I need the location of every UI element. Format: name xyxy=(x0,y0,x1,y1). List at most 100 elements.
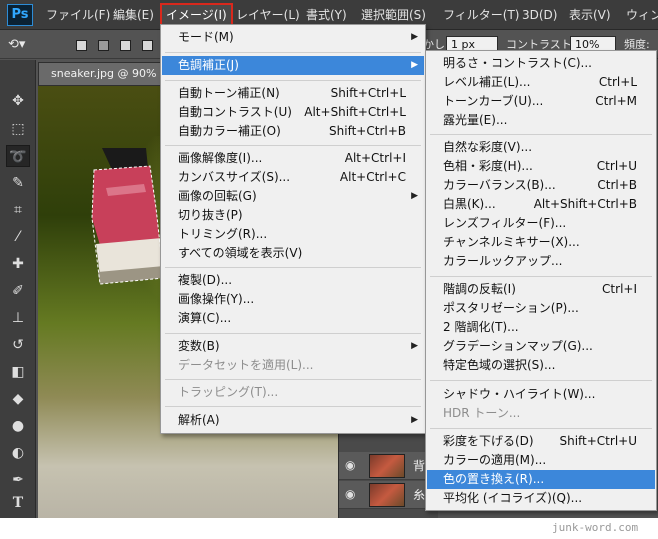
image-menu-item-auto-contrast[interactable]: 自動コントラスト(U) Alt+Shift+Ctrl+L xyxy=(162,103,424,122)
image-menu-item-duplicate[interactable]: 複製(D)... xyxy=(162,271,424,290)
photoshop-window: Ps ファイル(F) 編集(E) イメージ(I) レイヤー(L) 書式(Y) 選… xyxy=(0,0,658,518)
lasso-preset-icon[interactable]: ⟲▾ xyxy=(8,36,25,54)
submenu-arrow-icon: ▶ xyxy=(411,191,418,201)
image-menu-item-trap: トラッピング(T)... xyxy=(178,385,279,399)
eyedropper-tool-icon[interactable]: ⁄ xyxy=(6,226,30,248)
healing-tool-icon[interactable]: ✚ xyxy=(6,253,30,275)
adjust-item-exposure[interactable]: 露光量(E)... xyxy=(427,111,655,130)
marquee-tool-icon[interactable]: ⬚ xyxy=(6,118,30,140)
stamp-tool-icon[interactable]: ⊥ xyxy=(6,307,30,329)
image-menu-item-calculations[interactable]: 演算(C)... xyxy=(162,309,424,328)
eye-icon[interactable]: ◉ xyxy=(345,487,355,501)
submenu-arrow-icon: ▶ xyxy=(411,415,418,425)
adjust-item-equalize[interactable]: 平均化 (イコライズ)(Q)... xyxy=(427,489,655,508)
menu-separator xyxy=(430,134,652,135)
adjust-item-levels[interactable]: レベル補正(L)... Ctrl+L xyxy=(427,73,655,92)
menu-separator xyxy=(165,333,421,334)
submenu-arrow-icon: ▶ xyxy=(411,60,418,70)
new-selection-icon[interactable] xyxy=(76,40,87,51)
menu-type[interactable]: 書式(Y) xyxy=(306,5,347,25)
adjustments-submenu: 明るさ・コントラスト(C)... レベル補正(L)... Ctrl+L トーンカー… xyxy=(425,50,657,511)
tools-panel: ✥ ⬚ ➰ ✎ ⌗ ⁄ ✚ ✐ ⊥ ↺ ◧ ◆ ● ◐ ✒ T xyxy=(0,60,36,518)
crop-tool-icon[interactable]: ⌗ xyxy=(6,199,30,221)
menu-select[interactable]: 選択範囲(S) xyxy=(361,5,426,25)
image-menu-item-apply-data-set: データセットを適用(L)... xyxy=(178,358,314,372)
menu-separator xyxy=(165,267,421,268)
adjust-item-shadows-highlights[interactable]: シャドウ・ハイライト(W)... xyxy=(427,385,655,404)
adjust-item-photo-filter[interactable]: レンズフィルター(F)... xyxy=(427,214,655,233)
image-menu-item-trim[interactable]: トリミング(R)... xyxy=(162,225,424,244)
menu-separator xyxy=(165,52,421,53)
blur-tool-icon[interactable]: ● xyxy=(6,415,30,437)
image-menu-item-canvas-size[interactable]: カンバスサイズ(S)... Alt+Ctrl+C xyxy=(162,168,424,187)
image-menu-item-reveal-all[interactable]: すべての領域を表示(V) xyxy=(162,244,424,263)
adjust-item-selective-color[interactable]: 特定色域の選択(S)... xyxy=(427,356,655,375)
image-menu-item-adjustments[interactable]: 色調補正(J) ▶ xyxy=(162,56,424,75)
dodge-tool-icon[interactable]: ◐ xyxy=(6,442,30,464)
menu-window[interactable]: ウィンドウ xyxy=(626,5,658,25)
adjust-item-color-balance[interactable]: カラーバランス(B)... Ctrl+B xyxy=(427,176,655,195)
document-tab[interactable]: sneaker.jpg @ 90% ( xyxy=(38,62,168,86)
layer-thumbnail xyxy=(369,483,405,507)
layer-name: 糸 xyxy=(413,488,426,502)
paint-bucket-tool-icon[interactable]: ◆ xyxy=(6,388,30,410)
type-tool-icon[interactable]: T xyxy=(6,492,30,514)
menu-separator xyxy=(165,379,421,380)
menu-separator xyxy=(430,380,652,381)
menu-separator xyxy=(165,80,421,81)
adjust-item-vibrance[interactable]: 自然な彩度(V)... xyxy=(427,138,655,157)
adjust-item-channel-mixer[interactable]: チャンネルミキサー(X)... xyxy=(427,233,655,252)
adjust-item-gradient-map[interactable]: グラデーションマップ(G)... xyxy=(427,337,655,356)
add-selection-icon[interactable] xyxy=(98,40,109,51)
image-menu-item-auto-color[interactable]: 自動カラー補正(O) Shift+Ctrl+B xyxy=(162,122,424,141)
adjust-item-invert[interactable]: 階調の反転(I) Ctrl+I xyxy=(427,280,655,299)
move-tool-icon[interactable]: ✥ xyxy=(6,90,30,112)
image-menu-dropdown: モード(M) ▶ 色調補正(J) ▶ 自動トーン補正(N) Shift+Ctrl+L … xyxy=(160,24,426,434)
adjust-item-hdr-toning: HDR トーン... xyxy=(443,406,521,420)
menu-view[interactable]: 表示(V) xyxy=(569,5,611,25)
adjust-item-replace-color[interactable]: 色の置き換え(R)... xyxy=(427,470,655,489)
layer-name: 背 xyxy=(413,459,426,473)
menu-layer[interactable]: レイヤー(L) xyxy=(236,5,300,25)
adjust-item-hue-saturation[interactable]: 色相・彩度(H)... Ctrl+U xyxy=(427,157,655,176)
layers-panel: ◉ 背 ◉ 糸 xyxy=(338,420,439,518)
image-menu-item-variables[interactable]: 変数(B) ▶ xyxy=(162,337,424,356)
image-menu-item-auto-tone[interactable]: 自動トーン補正(N) Shift+Ctrl+L xyxy=(162,84,424,103)
image-menu-item-image-size[interactable]: 画像解像度(I)... Alt+Ctrl+I xyxy=(162,149,424,168)
photoshop-logo: Ps xyxy=(7,4,33,26)
adjust-item-match-color[interactable]: カラーの適用(M)... xyxy=(427,451,655,470)
pen-tool-icon[interactable]: ✒ xyxy=(6,469,30,491)
adjust-item-brightness-contrast[interactable]: 明るさ・コントラスト(C)... xyxy=(427,54,655,73)
menu-edit[interactable]: 編集(E) xyxy=(113,5,154,25)
menu-separator xyxy=(430,428,652,429)
brush-tool-icon[interactable]: ✐ xyxy=(6,280,30,302)
intersect-selection-icon[interactable] xyxy=(142,40,153,51)
menu-filter[interactable]: フィルター(T) xyxy=(443,5,519,25)
layer-row[interactable]: ◉ 背 xyxy=(339,452,439,480)
menu-3d[interactable]: 3D(D) xyxy=(522,5,557,25)
layer-thumbnail xyxy=(369,454,405,478)
image-menu-item-apply-image[interactable]: 画像操作(Y)... xyxy=(162,290,424,309)
subtract-selection-icon[interactable] xyxy=(120,40,131,51)
quick-select-tool-icon[interactable]: ✎ xyxy=(6,172,30,194)
layer-row[interactable]: ◉ 糸 xyxy=(339,481,439,509)
image-menu-item-rotation[interactable]: 画像の回転(G) ▶ xyxy=(162,187,424,206)
menu-file[interactable]: ファイル(F) xyxy=(46,5,110,25)
eye-icon[interactable]: ◉ xyxy=(345,458,355,472)
history-brush-tool-icon[interactable]: ↺ xyxy=(6,334,30,356)
adjust-item-threshold[interactable]: 2 階調化(T)... xyxy=(427,318,655,337)
image-menu-item-crop[interactable]: 切り抜き(P) xyxy=(162,206,424,225)
menu-separator xyxy=(165,145,421,146)
menu-image[interactable]: イメージ(I) xyxy=(160,3,233,27)
adjust-item-curves[interactable]: トーンカーブ(U)... Ctrl+M xyxy=(427,92,655,111)
adjust-item-black-white[interactable]: 白黒(K)... Alt+Shift+Ctrl+B xyxy=(427,195,655,214)
adjust-item-posterize[interactable]: ポスタリゼーション(P)... xyxy=(427,299,655,318)
adjust-item-desaturate[interactable]: 彩度を下げる(D) Shift+Ctrl+U xyxy=(427,432,655,451)
sneaker-image xyxy=(91,148,164,285)
image-menu-item-analysis[interactable]: 解析(A) ▶ xyxy=(162,411,424,430)
watermark: junk-word.com xyxy=(552,521,639,534)
eraser-tool-icon[interactable]: ◧ xyxy=(6,361,30,383)
adjust-item-color-lookup[interactable]: カラールックアップ... xyxy=(427,252,655,271)
lasso-tool-icon[interactable]: ➰ xyxy=(6,145,30,167)
image-menu-item-mode[interactable]: モード(M) ▶ xyxy=(162,28,424,47)
